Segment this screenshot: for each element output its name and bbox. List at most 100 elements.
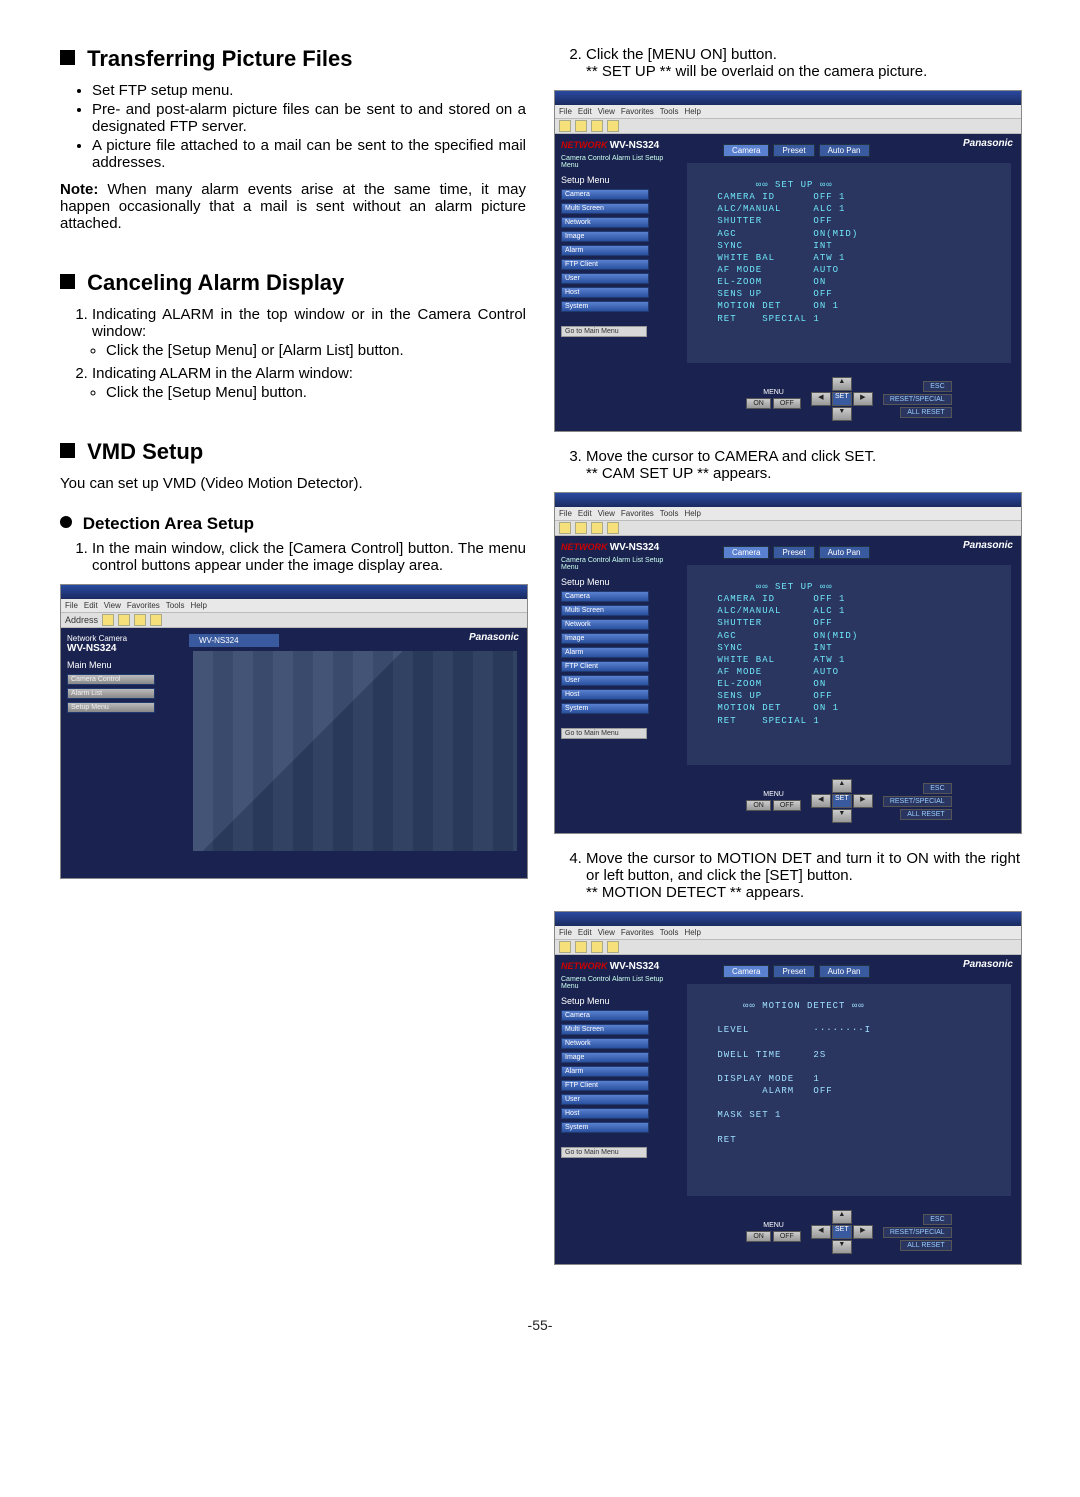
- menu-on-button[interactable]: ON: [746, 800, 771, 811]
- nav-icon[interactable]: [575, 941, 587, 953]
- nav-icon[interactable]: [118, 614, 130, 626]
- menu-item[interactable]: Tools: [166, 601, 185, 610]
- menu-item[interactable]: Favorites: [621, 928, 654, 937]
- sidebar-item-camera-control[interactable]: Camera Control: [67, 674, 155, 685]
- sidebar-item-ftp-client[interactable]: FTP Client: [561, 1080, 649, 1091]
- go-main-menu-button[interactable]: Go to Main Menu: [561, 326, 647, 337]
- sidebar-item-host[interactable]: Host: [561, 689, 649, 700]
- sidebar-item-user[interactable]: User: [561, 273, 649, 284]
- sidebar-item-host[interactable]: Host: [561, 1108, 649, 1119]
- esc-button[interactable]: ESC: [923, 783, 951, 794]
- nav-icon[interactable]: [607, 120, 619, 132]
- esc-button[interactable]: ESC: [923, 381, 951, 392]
- menu-item[interactable]: Help: [684, 107, 700, 116]
- menu-item[interactable]: Favorites: [127, 601, 160, 610]
- down-button[interactable]: ▼: [832, 1240, 852, 1254]
- sidebar-item-ftp-client[interactable]: FTP Client: [561, 259, 649, 270]
- down-button[interactable]: ▼: [832, 809, 852, 823]
- nav-icon[interactable]: [591, 941, 603, 953]
- menu-item[interactable]: Help: [190, 601, 206, 610]
- set-button[interactable]: SET: [832, 392, 852, 406]
- sidebar-item-user[interactable]: User: [561, 675, 649, 686]
- sidebar-item-setup-menu[interactable]: Setup Menu: [67, 702, 155, 713]
- sidebar-item-multiscreen[interactable]: Multi Screen: [561, 605, 649, 616]
- menu-item[interactable]: Edit: [578, 509, 592, 518]
- menu-item[interactable]: File: [559, 107, 572, 116]
- tab-preset[interactable]: Preset: [773, 965, 814, 978]
- menu-item[interactable]: View: [598, 107, 615, 116]
- up-button[interactable]: ▲: [832, 1210, 852, 1224]
- menu-off-button[interactable]: OFF: [773, 398, 801, 409]
- sidebar-item-network[interactable]: Network: [561, 619, 649, 630]
- esc-button[interactable]: ESC: [923, 1214, 951, 1225]
- menu-item[interactable]: Tools: [660, 107, 679, 116]
- nav-icon[interactable]: [559, 120, 571, 132]
- nav-icon[interactable]: [134, 614, 146, 626]
- sidebar-item-user[interactable]: User: [561, 1094, 649, 1105]
- nav-icon[interactable]: [559, 941, 571, 953]
- tab-preset[interactable]: Preset: [773, 144, 814, 157]
- menu-item[interactable]: Edit: [578, 107, 592, 116]
- nav-icon[interactable]: [607, 522, 619, 534]
- tab-autopan[interactable]: Auto Pan: [819, 965, 870, 978]
- sidebar-item-alarm[interactable]: Alarm: [561, 647, 649, 658]
- nav-icon[interactable]: [575, 522, 587, 534]
- tab-camera[interactable]: Camera: [723, 546, 769, 559]
- go-main-menu-button[interactable]: Go to Main Menu: [561, 1147, 647, 1158]
- all-reset-button[interactable]: ALL RESET: [900, 1240, 951, 1251]
- menu-item[interactable]: File: [65, 601, 78, 610]
- sidebar-item-image[interactable]: Image: [561, 231, 649, 242]
- menu-item[interactable]: Tools: [660, 509, 679, 518]
- tab-camera[interactable]: Camera: [723, 144, 769, 157]
- right-button[interactable]: ▶: [853, 794, 873, 808]
- sidebar-item-system[interactable]: System: [561, 703, 649, 714]
- reset-special-button[interactable]: RESET/SPECIAL: [883, 796, 952, 807]
- menu-on-button[interactable]: ON: [746, 398, 771, 409]
- sidebar-item-camera[interactable]: Camera: [561, 1010, 649, 1021]
- menu-item[interactable]: View: [598, 509, 615, 518]
- sidebar-item-ftp-client[interactable]: FTP Client: [561, 661, 649, 672]
- left-button[interactable]: ◀: [811, 794, 831, 808]
- down-button[interactable]: ▼: [832, 407, 852, 421]
- tab-autopan[interactable]: Auto Pan: [819, 144, 870, 157]
- sidebar-item-image[interactable]: Image: [561, 633, 649, 644]
- tab-preset[interactable]: Preset: [773, 546, 814, 559]
- up-button[interactable]: ▲: [832, 377, 852, 391]
- menu-item[interactable]: Edit: [578, 928, 592, 937]
- menu-item[interactable]: Favorites: [621, 107, 654, 116]
- set-button[interactable]: SET: [832, 794, 852, 808]
- up-button[interactable]: ▲: [832, 779, 852, 793]
- left-button[interactable]: ◀: [811, 392, 831, 406]
- nav-icon[interactable]: [591, 120, 603, 132]
- sidebar-item-camera[interactable]: Camera: [561, 591, 649, 602]
- nav-icon[interactable]: [559, 522, 571, 534]
- left-button[interactable]: ◀: [811, 1225, 831, 1239]
- sidebar-item-multiscreen[interactable]: Multi Screen: [561, 203, 649, 214]
- sidebar-item-system[interactable]: System: [561, 1122, 649, 1133]
- reset-special-button[interactable]: RESET/SPECIAL: [883, 394, 952, 405]
- all-reset-button[interactable]: ALL RESET: [900, 809, 951, 820]
- sidebar-item-camera[interactable]: Camera: [561, 189, 649, 200]
- menu-item[interactable]: View: [598, 928, 615, 937]
- sidebar-item-multiscreen[interactable]: Multi Screen: [561, 1024, 649, 1035]
- menu-item[interactable]: File: [559, 928, 572, 937]
- go-main-menu-button[interactable]: Go to Main Menu: [561, 728, 647, 739]
- sidebar-item-network[interactable]: Network: [561, 217, 649, 228]
- reset-special-button[interactable]: RESET/SPECIAL: [883, 1227, 952, 1238]
- sidebar-item-host[interactable]: Host: [561, 287, 649, 298]
- set-button[interactable]: SET: [832, 1225, 852, 1239]
- menu-item[interactable]: Help: [684, 509, 700, 518]
- menu-off-button[interactable]: OFF: [773, 800, 801, 811]
- nav-icon[interactable]: [591, 522, 603, 534]
- nav-icon[interactable]: [102, 614, 114, 626]
- sidebar-item-alarm[interactable]: Alarm: [561, 1066, 649, 1077]
- nav-icon[interactable]: [607, 941, 619, 953]
- sidebar-item-alarm[interactable]: Alarm: [561, 245, 649, 256]
- tab-camera[interactable]: Camera: [723, 965, 769, 978]
- menu-on-button[interactable]: ON: [746, 1231, 771, 1242]
- right-button[interactable]: ▶: [853, 1225, 873, 1239]
- menu-off-button[interactable]: OFF: [773, 1231, 801, 1242]
- menu-item[interactable]: File: [559, 509, 572, 518]
- menu-item[interactable]: Edit: [84, 601, 98, 610]
- right-button[interactable]: ▶: [853, 392, 873, 406]
